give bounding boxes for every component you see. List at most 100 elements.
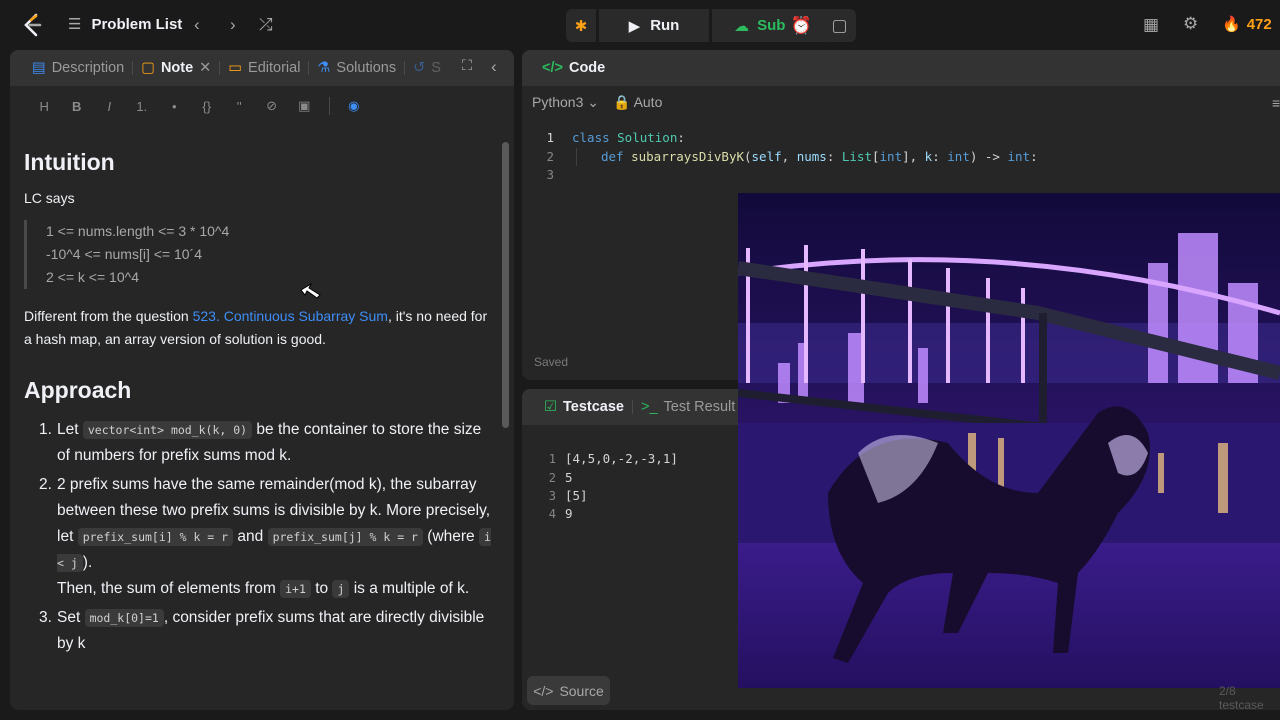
constraint-line: 1 <= nums.length <= 3 * 10^4 [46,223,230,239]
inline-code: mod_k[0]=1 [84,609,164,627]
auto-label: Auto [633,94,663,110]
testcase-value[interactable]: [4,5,0,-2,-3,1] [565,451,678,466]
streak-counter[interactable]: 🔥 472 [1222,15,1272,34]
source-button[interactable]: </> Source [527,676,610,705]
step-text: is a multiple of k. [349,580,470,597]
language-row: Python3 ⌄ 🔒 Auto ≡ [522,86,1280,119]
heading-icon[interactable]: H [28,99,61,114]
list-number: 2. [39,476,52,493]
debug-button[interactable]: ✱ [566,9,596,42]
line-number: 4 [548,507,556,521]
class-name: Solution [617,130,678,145]
problem-list-label: Problem List [91,15,183,33]
alarm-icon: ⏰ [790,15,813,35]
tab-solutions[interactable]: ⚗ Solutions [309,60,404,76]
problem-list-button[interactable]: ☰ Problem List [68,15,183,34]
testcase-value[interactable]: 9 [565,506,573,521]
chevron-down-icon: ⌄ [587,94,599,110]
collapse-icon[interactable]: ‹ [491,57,497,77]
notes-button[interactable]: ▢ [823,9,856,42]
bold-icon[interactable]: B [61,99,94,114]
leetcode-logo[interactable] [22,13,44,37]
note-content: Intuition LC says 1 <= nums.length <= 3 … [24,145,494,657]
step-text: to [310,580,333,597]
scrollbar-thumb[interactable] [502,142,509,428]
keyword: def [601,149,632,164]
flask-icon: ⚗ [317,60,331,76]
top-bar: ☰ Problem List ‹ › ⤮ ✱ ▶ Run ☁ Submit ⏰ ▢ … [0,0,1280,50]
tab-editorial[interactable]: ▭ Editorial [220,60,308,76]
approach-heading: Approach [24,377,132,403]
code-icon[interactable]: {} [191,99,224,114]
prev-problem-icon[interactable]: ‹ [194,15,200,35]
line-number: 2 [548,471,556,485]
indent-guide [576,148,577,166]
timer-button[interactable]: ⏰ [785,9,818,42]
close-icon[interactable]: ✕ [199,60,211,76]
run-button[interactable]: ▶ Run [599,9,709,42]
language-select[interactable]: Python3 ⌄ [532,94,599,111]
maximize-icon[interactable]: ⛶ [462,58,472,74]
punct: : [1030,149,1038,164]
inline-code: prefix_sum[j] % k = r [267,528,423,546]
tab-description[interactable]: ▤ Description [24,60,132,76]
testcase-count: 2/8 testcase [1219,684,1264,712]
punct: : [932,149,948,164]
difference-paragraph: Different from the question 523. Continu… [24,305,494,351]
tab-code[interactable]: </> Code [534,60,613,76]
image-icon[interactable]: ▣ [288,98,321,114]
menu-icon[interactable]: ≡ [1272,95,1280,111]
tab-note-label: Note [160,60,194,76]
code-line: class Solution: [572,130,685,145]
punct: [ [871,149,880,164]
step-text: Then, the sum of elements from [57,580,281,597]
quote-icon[interactable]: '' [223,99,256,114]
difference-text: Different from the question [24,308,193,324]
constraints-quote: 1 <= nums.length <= 3 * 10^4 -10^4 <= nu… [24,220,494,289]
keyword: class [572,130,618,145]
ordered-list-icon[interactable]: 1. [126,99,159,114]
layout-icon[interactable]: ▦ [1143,15,1159,35]
step-text: and [233,528,268,545]
document-icon: ▤ [32,60,46,76]
tab-note[interactable]: ▢ Note ✕ [133,60,219,76]
intuition-heading: Intuition [24,149,115,175]
left-tab-bar: ▤ Description ▢ Note ✕ ▭ Editorial ⚗ Solution… [10,50,514,86]
question-523-link[interactable]: 523. Continuous Subarray Sum [193,308,388,324]
line-number: 3 [546,167,554,182]
type: int [947,149,970,164]
auto-mode[interactable]: 🔒 Auto [613,94,662,111]
link-icon[interactable]: ⊘ [256,98,289,114]
tab-submissions[interactable]: ↺ S [405,60,449,76]
punct: , [781,149,797,164]
code-line: def subarraysDivByK(self, nums: List[int… [601,149,1038,164]
note-icon: ▢ [141,60,155,76]
note-panel: ▤ Description ▢ Note ✕ ▭ Editorial ⚗ Solution… [10,50,514,710]
list-item: 3. Set mod_k[0]=1, consider prefix sums t… [24,605,494,657]
preview-eye-icon[interactable]: ◉ [338,98,371,114]
tab-code-label: Code [568,60,606,76]
note-scrollbar[interactable] [500,142,510,690]
shuffle-icon[interactable]: ⤮ [259,15,273,35]
testcase-value[interactable]: [5] [565,488,588,503]
list-number: 3. [39,609,52,626]
mouse-cursor-icon [300,282,321,299]
tab-editorial-label: Editorial [248,60,301,76]
play-icon: ▶ [628,17,641,35]
type: List [841,149,872,164]
tab-testcase-label: Testcase [563,399,624,415]
next-problem-icon[interactable]: › [230,15,236,35]
inline-code: vector<int> mod_k(k, 0) [82,421,253,439]
source-label: Source [559,682,604,699]
param: self [751,149,782,164]
tab-testcase[interactable]: ☑ Testcase [536,399,632,415]
gear-icon[interactable]: ⚙ [1183,14,1198,34]
punct: ) -> [969,149,1008,164]
tab-test-result[interactable]: >_ Test Result [633,399,743,415]
step-text: (where [422,528,479,545]
bullet-list-icon[interactable]: • [158,99,191,114]
italic-icon[interactable]: I [93,99,126,114]
tab-description-label: Description [51,60,125,76]
line-number: 1 [546,130,554,145]
testcase-value[interactable]: 5 [565,470,573,485]
